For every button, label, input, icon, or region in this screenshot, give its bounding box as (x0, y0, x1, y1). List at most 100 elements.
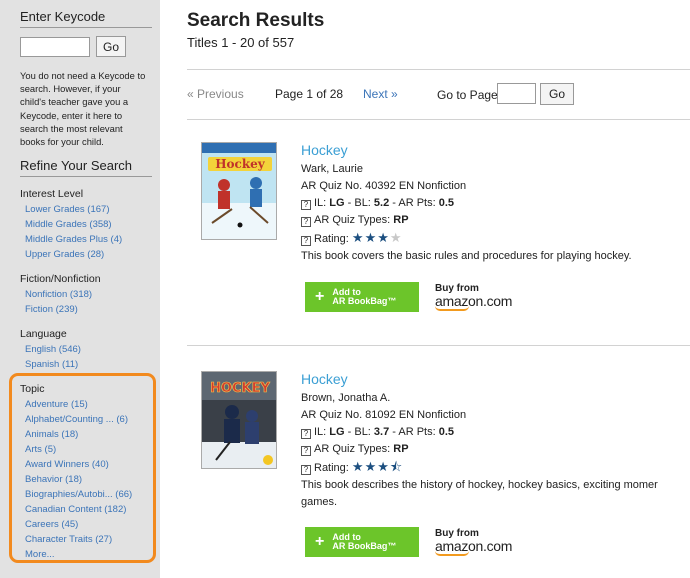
help-icon[interactable]: ? (301, 465, 311, 475)
book-description: This book describes the history of hocke… (301, 479, 658, 491)
next-page-link[interactable]: Next » (363, 87, 398, 101)
add-to-bookbag-button[interactable]: + Add to AR BookBag™ (305, 282, 419, 312)
divider (187, 69, 690, 70)
bl-label: - BL: (344, 426, 374, 438)
il-label: IL: (314, 426, 330, 438)
page-indicator: Page 1 of 28 (275, 87, 344, 101)
il-value: LG (329, 197, 345, 209)
book-author: Wark, Laurie (301, 163, 363, 175)
keycode-input[interactable] (20, 36, 90, 57)
quiz-types-label: AR Quiz Types: (314, 214, 394, 226)
plus-icon: + (315, 288, 325, 305)
book-info: Hockey Brown, Jonatha A. AR Quiz No. 810… (301, 371, 690, 511)
facet-fiction-nonfiction: Fiction/Nonfiction Nonfiction (318) Fict… (20, 273, 152, 317)
pts-value: 0.5 (438, 426, 455, 438)
book-result: HOCKEY Hockey Brown, Jonatha A. AR Quiz … (187, 371, 690, 561)
add-line-2: AR BookBag™ (332, 541, 397, 551)
help-icon[interactable]: ? (301, 236, 311, 246)
book-cover[interactable]: HOCKEY (201, 371, 277, 469)
page-title: Search Results (187, 10, 325, 31)
reading-levels: ? IL: LG - BL: 3.7 - AR Pts: 0.5 (301, 424, 690, 441)
facet-link-middle-grades-plus[interactable]: Middle Grades Plus (4) (20, 232, 152, 247)
go-to-page-input[interactable] (497, 83, 536, 104)
add-button-label: Add to AR BookBag™ (332, 533, 396, 551)
go-to-page-label: Go to Page (437, 88, 498, 102)
reading-levels: ? IL: LG - BL: 5.2 - AR Pts: 0.5 (301, 195, 690, 212)
book-title-link[interactable]: Hockey (301, 142, 690, 158)
help-icon[interactable]: ? (301, 217, 311, 227)
facet-title: Interest Level (20, 188, 84, 201)
book-actions: + Add to AR BookBag™ Buy from amazon.com (305, 527, 512, 557)
facet-link-english[interactable]: English (546) (20, 342, 152, 357)
facet-link-spanish[interactable]: Spanish (11) (20, 357, 152, 372)
help-icon[interactable]: ? (301, 446, 311, 456)
keycode-go-button[interactable]: Go (96, 36, 127, 57)
facet-language: Language English (546) Spanish (11) (20, 328, 152, 372)
help-icon[interactable]: ? (301, 429, 311, 439)
book-author: Brown, Jonatha A. (301, 392, 391, 404)
book-cover[interactable]: Hockey (201, 142, 277, 240)
help-icon[interactable]: ? (301, 200, 311, 210)
star-rating-icon: ★★★★ (351, 230, 403, 245)
facet-link-upper-grades[interactable]: Upper Grades (28) (20, 247, 152, 262)
rating-label: Rating: (314, 233, 352, 245)
book-description: This book covers the basic rules and pro… (301, 250, 632, 262)
keycode-row: Go (20, 36, 152, 57)
rating: ? Rating: ★★★⯪ (301, 458, 690, 477)
add-to-bookbag-button[interactable]: + Add to AR BookBag™ (305, 527, 419, 557)
topic-highlight-box (9, 373, 156, 563)
pts-label: - AR Pts: (389, 426, 439, 438)
il-label: IL: (314, 197, 330, 209)
cover-title-text: Hockey (215, 157, 266, 171)
keycode-note: You do not need a Keycode to search. How… (20, 70, 146, 148)
add-button-label: Add to AR BookBag™ (332, 288, 396, 306)
buy-from-amazon-link[interactable]: Buy from amazon.com (435, 528, 512, 556)
book-title-link[interactable]: Hockey (301, 371, 690, 387)
facet-title: Language (20, 328, 67, 341)
book-description-cont: games. (301, 496, 338, 508)
facet-link-nonfiction[interactable]: Nonfiction (318) (20, 287, 152, 302)
quiz-types: ? AR Quiz Types: RP (301, 212, 690, 229)
pts-label: - AR Pts: (389, 197, 439, 209)
refine-heading: Refine Your Search (20, 158, 152, 178)
divider (187, 119, 690, 120)
pts-value: 0.5 (438, 197, 455, 209)
il-value: LG (329, 426, 345, 438)
book-result: Hockey Hockey Wark, Laurie AR Quiz No. 4… (187, 142, 690, 332)
rating: ? Rating: ★★★★ (301, 229, 690, 248)
facet-link-middle-grades[interactable]: Middle Grades (358) (20, 217, 152, 232)
previous-page-link[interactable]: « Previous (187, 87, 244, 101)
bl-label: - BL: (344, 197, 374, 209)
quiz-types-value: RP (393, 214, 409, 226)
page: Enter Keycode Go You do not need a Keyco… (0, 0, 690, 578)
star-rating-icon: ★★★⯪ (351, 459, 404, 474)
divider (187, 345, 690, 346)
amazon-logo: amazon.com (435, 538, 513, 554)
quiz-number: AR Quiz No. 81092 EN Nonfiction (301, 409, 467, 421)
facet-interest-level: Interest Level Lower Grades (167) Middle… (20, 188, 152, 262)
book-actions: + Add to AR BookBag™ Buy from amazon.com (305, 282, 512, 312)
go-to-page-button[interactable]: Go (540, 83, 575, 105)
facet-title: Fiction/Nonfiction (20, 273, 101, 286)
rating-label: Rating: (314, 462, 352, 474)
plus-icon: + (315, 533, 325, 550)
amazon-logo: amazon.com (435, 293, 513, 309)
add-line-2: AR BookBag™ (332, 296, 397, 306)
facet-link-fiction[interactable]: Fiction (239) (20, 302, 152, 317)
keycode-heading: Enter Keycode (20, 9, 152, 28)
quiz-number: AR Quiz No. 40392 EN Nonfiction (301, 180, 467, 192)
search-results: Search Results Titles 1 - 20 of 557 « Pr… (187, 0, 690, 578)
quiz-types-label: AR Quiz Types: (314, 443, 394, 455)
quiz-types-value: RP (393, 443, 409, 455)
book-cover-image: HOCKEY (202, 372, 276, 468)
quiz-types: ? AR Quiz Types: RP (301, 441, 690, 458)
cover-title-text: HOCKEY (210, 381, 270, 396)
book-cover-image: Hockey (202, 143, 276, 239)
results-count: Titles 1 - 20 of 557 (187, 35, 295, 50)
buy-from-amazon-link[interactable]: Buy from amazon.com (435, 283, 512, 311)
facet-link-lower-grades[interactable]: Lower Grades (167) (20, 202, 152, 217)
bl-value: 3.7 (373, 426, 390, 438)
bl-value: 5.2 (373, 197, 390, 209)
pagination: « Previous Page 1 of 28 Next » Go to Pag… (187, 83, 690, 105)
book-info: Hockey Wark, Laurie AR Quiz No. 40392 EN… (301, 142, 690, 265)
